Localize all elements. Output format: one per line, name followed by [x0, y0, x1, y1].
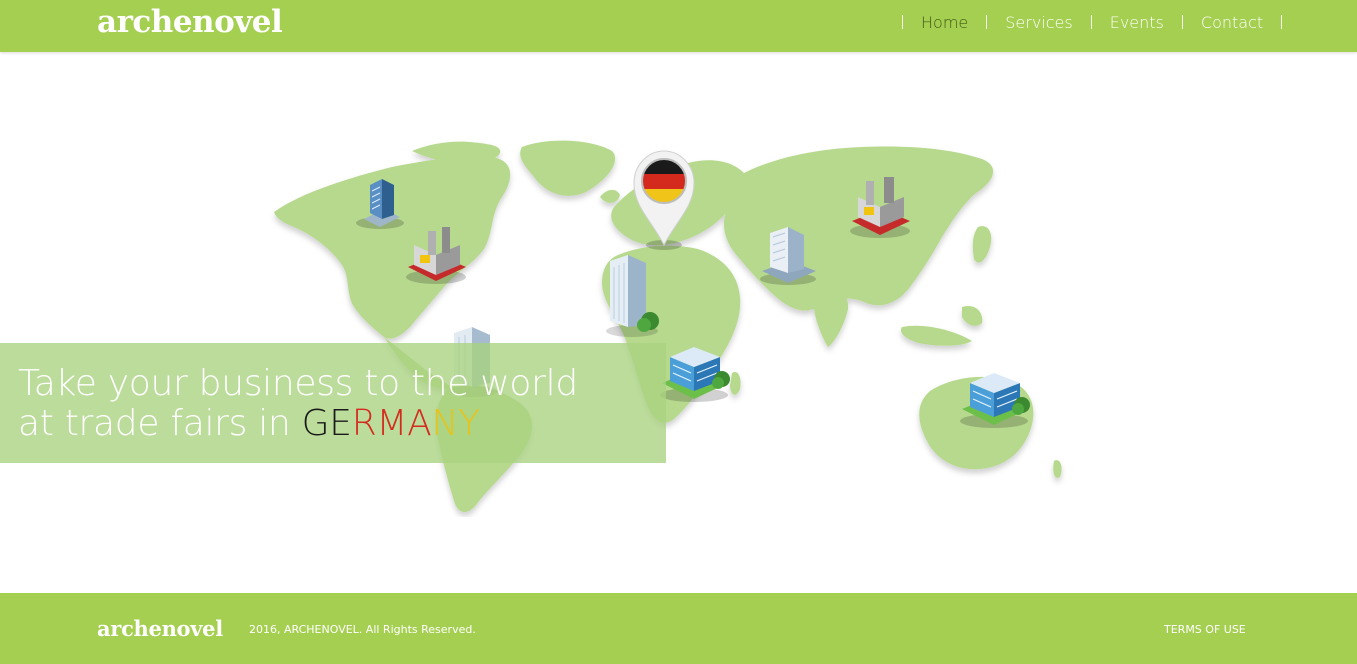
site-footer: archenovel 2016, ARCHENOVEL. All Rights … — [0, 593, 1357, 664]
copyright-text: 2016, ARCHENOVEL. All Rights Reserved. — [249, 623, 476, 636]
nav-services[interactable]: Services — [987, 13, 1090, 32]
footer-logo[interactable]: archenovel — [97, 616, 223, 641]
germany-highlight-gold: NY — [431, 403, 481, 444]
nav-separator — [986, 15, 988, 29]
main-nav: Home Services Events Contact — [902, 12, 1283, 32]
nav-events[interactable]: Events — [1092, 13, 1182, 32]
nav-home[interactable]: Home — [903, 13, 986, 32]
nav-separator — [902, 15, 903, 29]
site-header: archenovel Home Services Events Contact — [0, 0, 1357, 52]
germany-highlight: GERMANY — [302, 403, 480, 444]
hero-headline-line2: at trade fairs in GERMANY — [18, 403, 480, 444]
nav-separator — [1090, 15, 1092, 29]
site-logo[interactable]: archenovel — [97, 3, 283, 41]
nav-contact[interactable]: Contact — [1183, 13, 1281, 32]
terms-of-use-link[interactable]: TERMS OF USE — [1164, 623, 1246, 636]
hero-headline-prefix: at trade fairs in — [18, 403, 291, 444]
germany-highlight-red: RMA — [351, 403, 432, 444]
nav-separator — [1181, 15, 1183, 29]
hero-section: Take your business to the world at trade… — [0, 52, 1357, 593]
hero-headline-line1: Take your business to the world — [18, 363, 578, 404]
nav-separator — [1281, 15, 1283, 29]
hero-banner: Take your business to the world at trade… — [0, 343, 666, 463]
germany-highlight-black: GE — [301, 403, 352, 444]
